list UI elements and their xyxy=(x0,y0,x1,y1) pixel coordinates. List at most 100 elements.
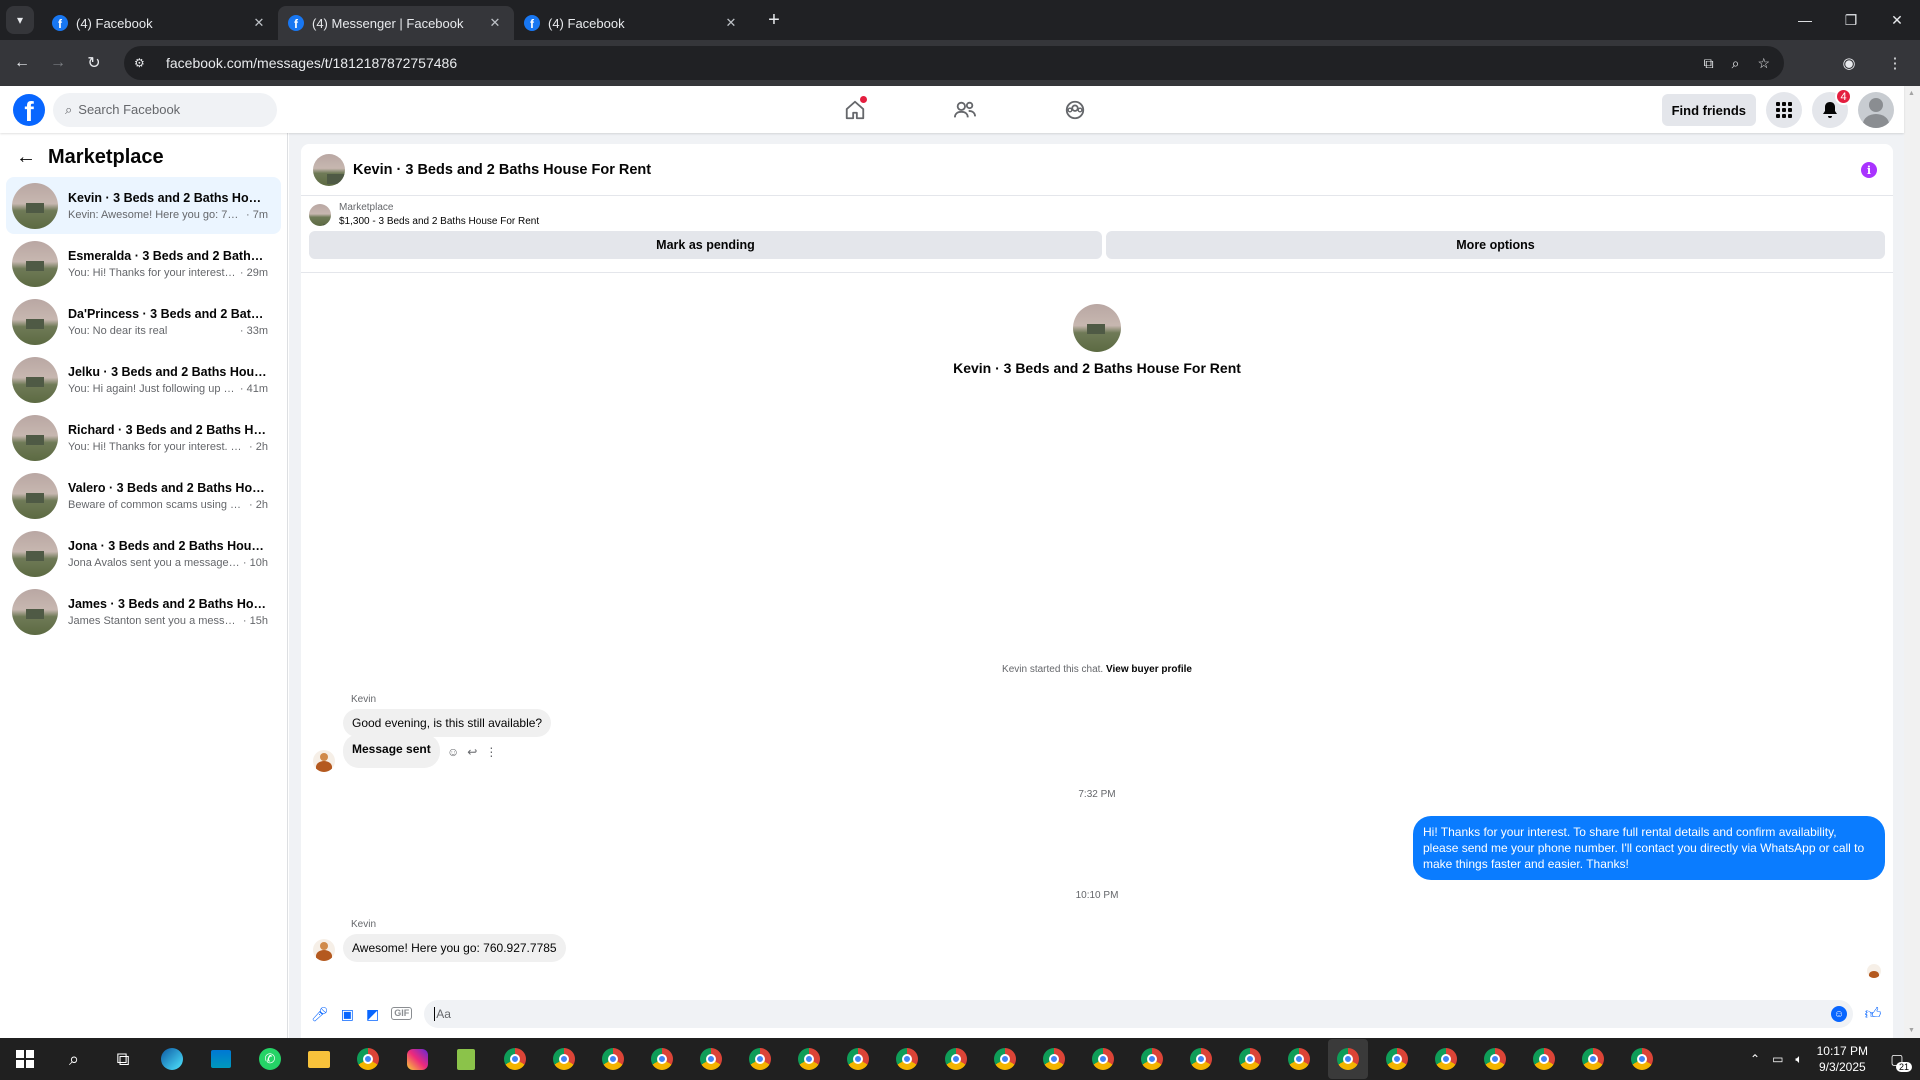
nav-home[interactable] xyxy=(800,86,910,133)
reload-icon[interactable]: ↻ xyxy=(76,45,112,81)
taskbar-chrome-profile[interactable] xyxy=(691,1039,731,1079)
taskbar-chrome[interactable] xyxy=(348,1039,388,1079)
task-view-button[interactable]: ⧉ xyxy=(103,1039,143,1079)
conversation-item[interactable]: Esmeralda · 3 Beds and 2 Baths Ho... You:… xyxy=(6,235,281,292)
gif-icon[interactable]: GIF xyxy=(391,1006,413,1020)
tab-close-icon[interactable]: ✕ xyxy=(250,15,268,31)
taskbar-chrome-profile[interactable] xyxy=(1034,1039,1074,1079)
emoji-icon[interactable]: ☺ xyxy=(1831,1006,1847,1022)
browser-tab-messenger[interactable]: f (4) Messenger | Facebook ✕ xyxy=(278,6,514,40)
view-buyer-profile-link[interactable]: View buyer profile xyxy=(1106,664,1192,675)
chevron-up-icon[interactable]: ⌃ xyxy=(1750,1052,1760,1067)
tab-search-button[interactable]: ▾ xyxy=(6,6,34,34)
address-bar[interactable]: ⚙ facebook.com/messages/t/18121878727574… xyxy=(124,46,1784,80)
back-arrow-icon[interactable]: ← xyxy=(16,146,44,169)
start-button[interactable] xyxy=(5,1039,45,1079)
browser-tab-facebook-2[interactable]: f (4) Facebook ✕ xyxy=(514,6,750,40)
scroll-down-icon[interactable]: ▼ xyxy=(1908,1027,1915,1034)
microphone-icon[interactable]: 🎤︎ xyxy=(311,1006,329,1023)
chat-title[interactable]: Kevin · 3 Beds and 2 Baths House For Ren… xyxy=(353,162,651,178)
photo-icon[interactable]: ▣ xyxy=(341,1006,354,1023)
taskbar-chrome-profile[interactable] xyxy=(936,1039,976,1079)
minimize-icon[interactable]: — xyxy=(1782,0,1828,40)
zoom-icon[interactable]: ⌕ xyxy=(1732,55,1740,72)
menu-grid-button[interactable] xyxy=(1766,92,1802,128)
incoming-message[interactable]: Message sent xyxy=(343,734,440,768)
more-options-button[interactable]: More options xyxy=(1106,231,1885,259)
reply-icon[interactable]: ↩ xyxy=(467,745,477,759)
taskbar-chrome-profile[interactable] xyxy=(789,1039,829,1079)
sticker-icon[interactable]: ◩ xyxy=(366,1006,379,1023)
incoming-message[interactable]: Good evening, is this still available? xyxy=(343,709,552,737)
conversation-item[interactable]: Jona · 3 Beds and 2 Baths House F... Jona… xyxy=(6,525,281,582)
install-app-icon[interactable]: ⧉ xyxy=(1704,55,1714,72)
taskbar-chrome-profile[interactable] xyxy=(544,1039,584,1079)
back-arrow-icon[interactable]: ← xyxy=(4,45,40,81)
url-text[interactable]: facebook.com/messages/t/1812187872757486 xyxy=(166,55,1704,71)
conversation-item[interactable]: Richard · 3 Beds and 2 Baths Hous... You:… xyxy=(6,409,281,466)
taskbar-chrome-profile[interactable] xyxy=(1230,1039,1270,1079)
volume-icon[interactable]: 🔈︎ xyxy=(1795,1052,1802,1067)
find-friends-button[interactable]: Find friends xyxy=(1661,94,1756,126)
notifications-button[interactable]: 4 xyxy=(1812,88,1852,128)
browser-tab-facebook-1[interactable]: f (4) Facebook ✕ xyxy=(42,6,278,40)
bookmark-star-icon[interactable]: ☆ xyxy=(1757,55,1770,72)
taskbar-chrome-profile[interactable] xyxy=(642,1039,682,1079)
taskbar-chrome-profile[interactable] xyxy=(593,1039,633,1079)
profile-icon[interactable]: ◉ xyxy=(1832,46,1866,80)
taskbar-chrome-profile[interactable] xyxy=(838,1039,878,1079)
taskbar-chrome-profile[interactable] xyxy=(1426,1039,1466,1079)
taskbar-chrome-profile[interactable] xyxy=(1181,1039,1221,1079)
network-icon[interactable]: ▭ xyxy=(1772,1052,1783,1067)
react-emoji-icon[interactable]: ☺ xyxy=(447,745,459,759)
facebook-logo-icon[interactable]: f xyxy=(13,93,45,126)
taskbar-chrome-profile[interactable] xyxy=(1132,1039,1172,1079)
more-icon[interactable]: ⋮ xyxy=(485,745,497,759)
scroll-up-icon[interactable]: ▲ xyxy=(1908,90,1915,97)
message-input[interactable]: Aa ☺ xyxy=(424,1000,1853,1028)
thumbs-up-icon[interactable]: 👍︎ xyxy=(1853,1005,1893,1024)
taskbar-chrome-profile[interactable] xyxy=(1524,1039,1564,1079)
info-icon[interactable]: i xyxy=(1861,162,1877,178)
taskbar-chrome-profile[interactable] xyxy=(1475,1039,1515,1079)
taskbar-chrome-profile[interactable] xyxy=(1083,1039,1123,1079)
nav-groups[interactable] xyxy=(1020,86,1130,133)
mark-as-pending-button[interactable]: Mark as pending xyxy=(309,231,1102,259)
taskbar-chrome-profile[interactable] xyxy=(887,1039,927,1079)
taskbar-chrome-profile[interactable] xyxy=(1573,1039,1613,1079)
taskbar-chrome-profile[interactable] xyxy=(1328,1039,1368,1079)
listing-summary[interactable]: Marketplace $1,300 - 3 Beds and 2 Baths … xyxy=(301,196,1893,227)
sender-avatar[interactable] xyxy=(313,750,335,772)
restore-icon[interactable]: ❐ xyxy=(1828,0,1874,40)
page-scrollbar[interactable]: ▲ ▼ xyxy=(1904,86,1920,1038)
notification-center-button[interactable]: ▢ 21 xyxy=(1882,1044,1912,1074)
conversation-item[interactable]: Da'Princess · 3 Beds and 2 Baths H... You… xyxy=(6,293,281,350)
incoming-message[interactable]: Awesome! Here you go: 760.927.7785 xyxy=(343,934,566,962)
search-input[interactable]: ⌕ Search Facebook xyxy=(53,92,277,127)
conversation-item[interactable]: Kevin · 3 Beds and 2 Baths House ... Kevi… xyxy=(6,177,281,234)
taskbar-sheets[interactable] xyxy=(446,1039,486,1079)
conversation-item[interactable]: Jelku · 3 Beds and 2 Baths House F... You… xyxy=(6,351,281,408)
tab-close-icon[interactable]: ✕ xyxy=(486,15,504,31)
tab-close-icon[interactable]: ✕ xyxy=(722,15,740,31)
account-avatar[interactable] xyxy=(1858,92,1894,128)
taskbar-chrome-profile[interactable] xyxy=(985,1039,1025,1079)
system-clock[interactable]: 10:17 PM 9/3/2025 xyxy=(1817,1043,1868,1075)
conversation-item[interactable]: Valero · 3 Beds and 2 Baths House ... Bew… xyxy=(6,467,281,524)
taskbar-chrome-profile[interactable] xyxy=(495,1039,535,1079)
taskbar-store[interactable] xyxy=(201,1039,241,1079)
site-info-icon[interactable]: ⚙ xyxy=(134,56,156,70)
taskbar-chrome-profile[interactable] xyxy=(1279,1039,1319,1079)
browser-menu-icon[interactable]: ⋮ xyxy=(1878,46,1912,80)
taskbar-edge[interactable] xyxy=(152,1039,192,1079)
taskbar-chrome-profile[interactable] xyxy=(740,1039,780,1079)
taskbar-chrome-profile[interactable] xyxy=(1377,1039,1417,1079)
chat-avatar[interactable] xyxy=(313,153,345,186)
nav-friends[interactable] xyxy=(910,86,1020,133)
close-window-icon[interactable]: ✕ xyxy=(1874,0,1920,40)
profile-avatar[interactable] xyxy=(1073,304,1121,352)
taskbar-instagram[interactable] xyxy=(397,1039,437,1079)
new-tab-button[interactable]: + xyxy=(760,9,788,32)
taskbar-file-explorer[interactable] xyxy=(299,1039,339,1079)
forward-arrow-icon[interactable]: → xyxy=(40,45,76,81)
